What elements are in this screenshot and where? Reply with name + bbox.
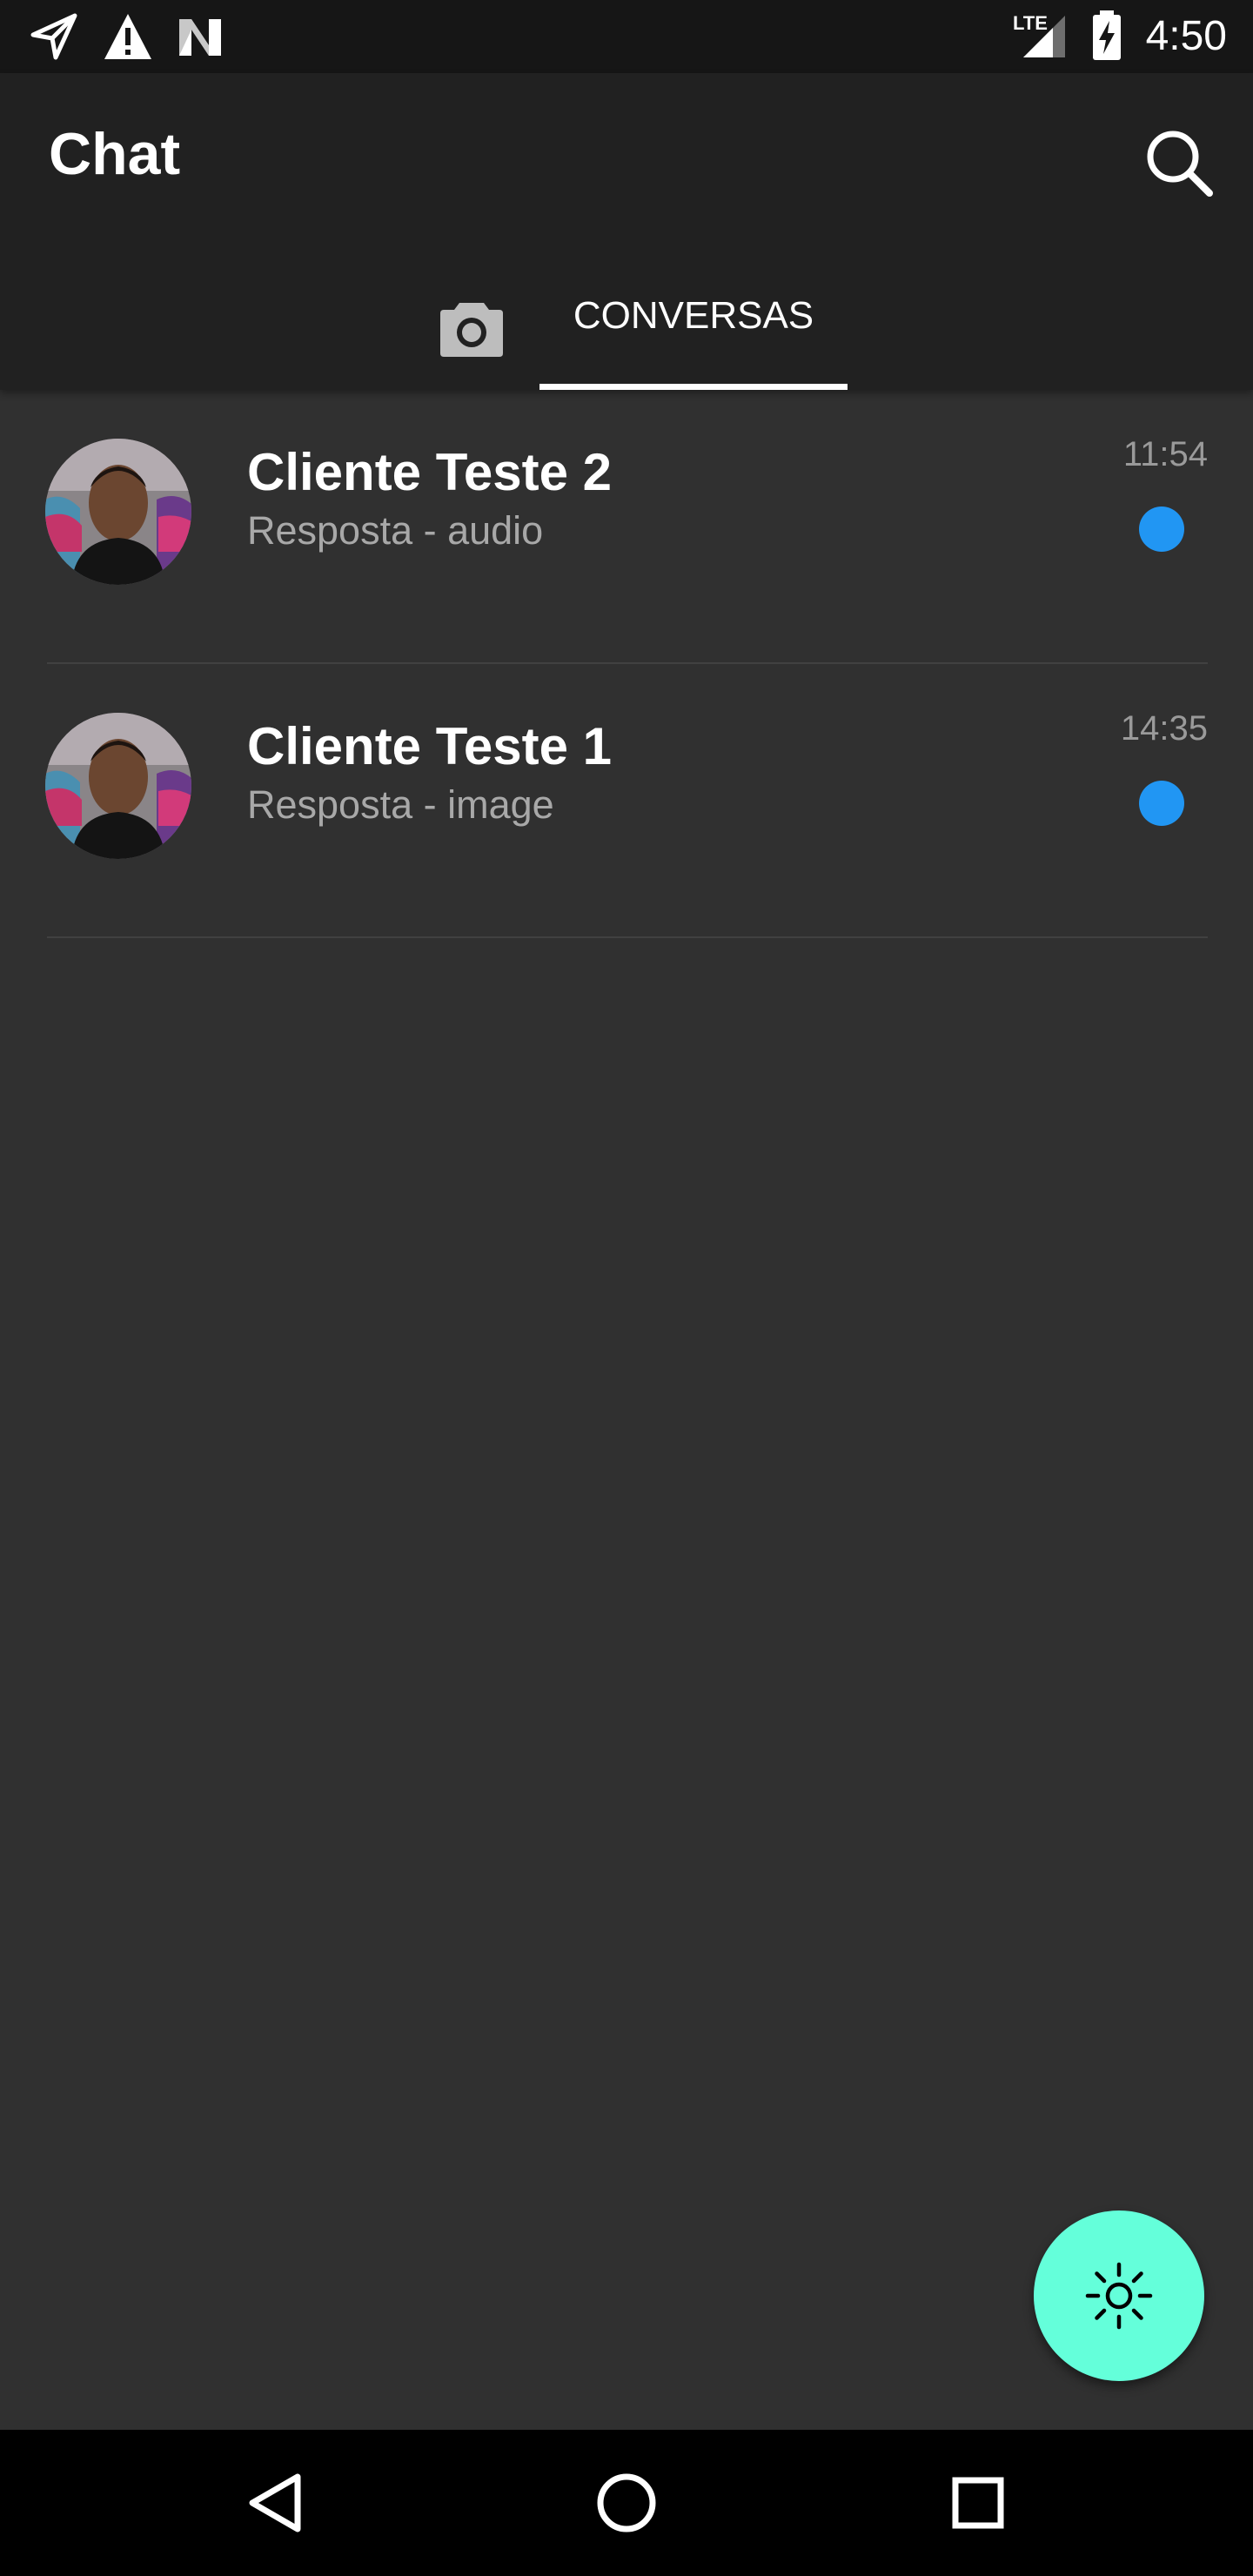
home-button[interactable] xyxy=(574,2451,679,2555)
chat-name: Cliente Teste 1 xyxy=(247,717,613,775)
status-time: 4:50 xyxy=(1145,13,1227,59)
unread-indicator xyxy=(1139,506,1184,552)
sun-icon xyxy=(1085,2262,1153,2330)
chat-time: 11:54 xyxy=(1122,435,1208,473)
home-icon xyxy=(597,2473,656,2532)
recents-icon xyxy=(952,2477,1004,2529)
avatar xyxy=(45,713,191,859)
tab-conversas[interactable]: CONVERSAS xyxy=(539,268,848,390)
battery-charging-icon xyxy=(1093,10,1121,60)
chat-list-item[interactable]: Cliente Teste 2 Resposta - audio 11:54 xyxy=(0,390,1253,664)
chat-name: Cliente Teste 2 xyxy=(247,443,613,501)
chat-time: 14:35 xyxy=(1120,709,1208,748)
chat-preview: Resposta - audio xyxy=(247,508,544,553)
theme-toggle-fab[interactable] xyxy=(1034,2210,1204,2381)
chat-preview: Resposta - image xyxy=(247,782,554,827)
chat-list-item[interactable]: Cliente Teste 1 Resposta - image 14:35 xyxy=(0,664,1253,938)
back-icon xyxy=(249,2473,301,2532)
divider xyxy=(47,936,1208,938)
tab-camera[interactable] xyxy=(423,268,520,390)
tab-conversas-label: CONVERSAS xyxy=(573,294,814,337)
n-logo-icon xyxy=(179,19,221,56)
navigation-bar xyxy=(0,2430,1253,2576)
status-bar: LTE 4:50 xyxy=(0,0,1253,73)
camera-icon xyxy=(440,303,503,357)
app-bar: Chat CONVERSAS xyxy=(0,73,1253,390)
recents-button[interactable] xyxy=(926,2451,1030,2555)
warning-icon xyxy=(104,14,151,59)
unread-indicator xyxy=(1139,781,1184,826)
send-icon xyxy=(30,13,77,60)
app-title: Chat xyxy=(49,121,181,187)
chat-list: Cliente Teste 2 Resposta - audio 11:54 C… xyxy=(0,390,1253,938)
signal-icon xyxy=(1023,16,1065,57)
search-icon xyxy=(1147,131,1213,197)
search-button[interactable] xyxy=(1140,124,1218,202)
tab-indicator xyxy=(539,384,848,390)
avatar xyxy=(45,439,191,585)
back-button[interactable] xyxy=(223,2451,327,2555)
chat-screen: LTE 4:50 Chat CONVERSAS Cliente Teste 2 … xyxy=(0,0,1253,2576)
